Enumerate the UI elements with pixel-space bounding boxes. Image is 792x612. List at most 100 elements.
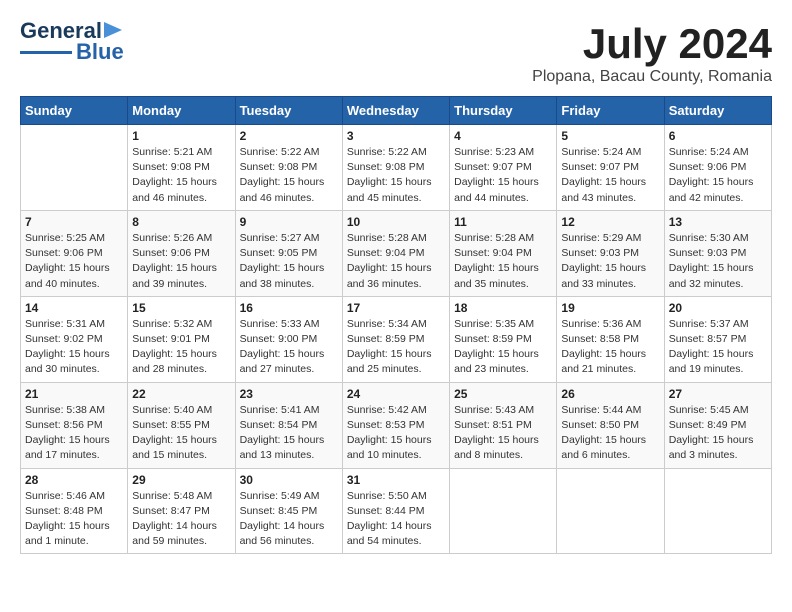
calendar-cell: 4Sunrise: 5:23 AM Sunset: 9:07 PM Daylig… — [450, 125, 557, 211]
day-number: 19 — [561, 301, 659, 315]
day-number: 4 — [454, 129, 552, 143]
day-number: 18 — [454, 301, 552, 315]
calendar-cell: 23 Sunrise: 5:41 AM Sunset: 8:54 PM Dayli… — [235, 382, 342, 468]
logo-arrow-icon — [104, 20, 126, 40]
logo-blue-text: Blue — [76, 40, 124, 64]
calendar-cell — [664, 468, 771, 554]
cell-content: Sunrise: 5:29 AM Sunset: 9:03 PM Dayligh… — [561, 231, 659, 292]
calendar-cell: 15Sunrise: 5:32 AM Sunset: 9:01 PM Dayli… — [128, 296, 235, 382]
calendar-cell: 27 Sunrise: 5:45 AM Sunset: 8:49 PM Dayli… — [664, 382, 771, 468]
day-number: 6 — [669, 129, 767, 143]
day-number: 9 — [240, 215, 338, 229]
day-number: 12 — [561, 215, 659, 229]
cell-content: Sunrise: 5:22 AM Sunset: 9:08 PM Dayligh… — [347, 145, 445, 206]
weekday-header-sunday: Sunday — [21, 97, 128, 125]
calendar-cell: 11 Sunrise: 5:28 AM Sunset: 9:04 PM Dayli… — [450, 210, 557, 296]
title-area: July 2024 Plopana, Bacau County, Romania — [532, 20, 772, 86]
cell-content: Sunrise: 5:45 AM Sunset: 8:49 PM Dayligh… — [669, 403, 767, 464]
calendar-week-3: 14 Sunrise: 5:31 AM Sunset: 9:02 PM Dayli… — [21, 296, 772, 382]
calendar-cell: 21Sunrise: 5:38 AM Sunset: 8:56 PM Dayli… — [21, 382, 128, 468]
weekday-header-wednesday: Wednesday — [342, 97, 449, 125]
day-number: 7 — [25, 215, 123, 229]
cell-content: Sunrise: 5:35 AM Sunset: 8:59 PM Dayligh… — [454, 317, 552, 378]
cell-content: Sunrise: 5:32 AM Sunset: 9:01 PM Dayligh… — [132, 317, 230, 378]
cell-content: Sunrise: 5:30 AM Sunset: 9:03 PM Dayligh… — [669, 231, 767, 292]
day-number: 2 — [240, 129, 338, 143]
page-header: General Blue July 2024 Plopana, Bacau Co… — [20, 20, 772, 86]
day-number: 29 — [132, 473, 230, 487]
day-number: 13 — [669, 215, 767, 229]
calendar-cell: 29Sunrise: 5:48 AM Sunset: 8:47 PM Dayli… — [128, 468, 235, 554]
cell-content: Sunrise: 5:40 AM Sunset: 8:55 PM Dayligh… — [132, 403, 230, 464]
weekday-header-tuesday: Tuesday — [235, 97, 342, 125]
day-number: 22 — [132, 387, 230, 401]
calendar-week-5: 28 Sunrise: 5:46 AM Sunset: 8:48 PM Dayli… — [21, 468, 772, 554]
calendar-cell: 18 Sunrise: 5:35 AM Sunset: 8:59 PM Dayli… — [450, 296, 557, 382]
calendar-cell: 13 Sunrise: 5:30 AM Sunset: 9:03 PM Dayli… — [664, 210, 771, 296]
calendar-cell: 22 Sunrise: 5:40 AM Sunset: 8:55 PM Dayli… — [128, 382, 235, 468]
cell-content: Sunrise: 5:49 AM Sunset: 8:45 PM Dayligh… — [240, 489, 338, 550]
calendar-table: SundayMondayTuesdayWednesdayThursdayFrid… — [20, 96, 772, 554]
calendar-cell: 2 Sunrise: 5:22 AM Sunset: 9:08 PM Daylig… — [235, 125, 342, 211]
page-title: July 2024 — [532, 20, 772, 68]
cell-content: Sunrise: 5:42 AM Sunset: 8:53 PM Dayligh… — [347, 403, 445, 464]
calendar-cell: 12 Sunrise: 5:29 AM Sunset: 9:03 PM Dayli… — [557, 210, 664, 296]
calendar-cell: 16 Sunrise: 5:33 AM Sunset: 9:00 PM Dayli… — [235, 296, 342, 382]
weekday-header-friday: Friday — [557, 97, 664, 125]
cell-content: Sunrise: 5:44 AM Sunset: 8:50 PM Dayligh… — [561, 403, 659, 464]
day-number: 26 — [561, 387, 659, 401]
cell-content: Sunrise: 5:50 AM Sunset: 8:44 PM Dayligh… — [347, 489, 445, 550]
day-number: 14 — [25, 301, 123, 315]
cell-content: Sunrise: 5:31 AM Sunset: 9:02 PM Dayligh… — [25, 317, 123, 378]
day-number: 16 — [240, 301, 338, 315]
day-number: 30 — [240, 473, 338, 487]
calendar-cell — [557, 468, 664, 554]
day-number: 31 — [347, 473, 445, 487]
cell-content: Sunrise: 5:26 AM Sunset: 9:06 PM Dayligh… — [132, 231, 230, 292]
page-subtitle: Plopana, Bacau County, Romania — [532, 68, 772, 86]
calendar-cell: 7 Sunrise: 5:25 AM Sunset: 9:06 PM Daylig… — [21, 210, 128, 296]
calendar-week-4: 21Sunrise: 5:38 AM Sunset: 8:56 PM Dayli… — [21, 382, 772, 468]
calendar-cell: 19Sunrise: 5:36 AM Sunset: 8:58 PM Dayli… — [557, 296, 664, 382]
logo: General Blue — [20, 20, 126, 64]
cell-content: Sunrise: 5:21 AM Sunset: 9:08 PM Dayligh… — [132, 145, 230, 206]
day-number: 28 — [25, 473, 123, 487]
day-number: 5 — [561, 129, 659, 143]
day-number: 25 — [454, 387, 552, 401]
calendar-cell: 31 Sunrise: 5:50 AM Sunset: 8:44 PM Dayli… — [342, 468, 449, 554]
weekday-header-row: SundayMondayTuesdayWednesdayThursdayFrid… — [21, 97, 772, 125]
cell-content: Sunrise: 5:43 AM Sunset: 8:51 PM Dayligh… — [454, 403, 552, 464]
calendar-cell: 14 Sunrise: 5:31 AM Sunset: 9:02 PM Dayli… — [21, 296, 128, 382]
cell-content: Sunrise: 5:24 AM Sunset: 9:07 PM Dayligh… — [561, 145, 659, 206]
cell-content: Sunrise: 5:24 AM Sunset: 9:06 PM Dayligh… — [669, 145, 767, 206]
cell-content: Sunrise: 5:27 AM Sunset: 9:05 PM Dayligh… — [240, 231, 338, 292]
day-number: 3 — [347, 129, 445, 143]
calendar-cell: 5 Sunrise: 5:24 AM Sunset: 9:07 PM Daylig… — [557, 125, 664, 211]
day-number: 1 — [132, 129, 230, 143]
day-number: 21 — [25, 387, 123, 401]
cell-content: Sunrise: 5:41 AM Sunset: 8:54 PM Dayligh… — [240, 403, 338, 464]
calendar-cell: 9 Sunrise: 5:27 AM Sunset: 9:05 PM Daylig… — [235, 210, 342, 296]
day-number: 20 — [669, 301, 767, 315]
cell-content: Sunrise: 5:46 AM Sunset: 8:48 PM Dayligh… — [25, 489, 123, 550]
calendar-cell: 28 Sunrise: 5:46 AM Sunset: 8:48 PM Dayli… — [21, 468, 128, 554]
day-number: 11 — [454, 215, 552, 229]
cell-content: Sunrise: 5:28 AM Sunset: 9:04 PM Dayligh… — [347, 231, 445, 292]
day-number: 24 — [347, 387, 445, 401]
calendar-week-1: 1 Sunrise: 5:21 AM Sunset: 9:08 PM Daylig… — [21, 125, 772, 211]
weekday-header-thursday: Thursday — [450, 97, 557, 125]
calendar-cell: 30 Sunrise: 5:49 AM Sunset: 8:45 PM Dayli… — [235, 468, 342, 554]
day-number: 23 — [240, 387, 338, 401]
day-number: 27 — [669, 387, 767, 401]
calendar-cell — [450, 468, 557, 554]
cell-content: Sunrise: 5:25 AM Sunset: 9:06 PM Dayligh… — [25, 231, 123, 292]
weekday-header-saturday: Saturday — [664, 97, 771, 125]
calendar-cell: 10Sunrise: 5:28 AM Sunset: 9:04 PM Dayli… — [342, 210, 449, 296]
cell-content: Sunrise: 5:28 AM Sunset: 9:04 PM Dayligh… — [454, 231, 552, 292]
cell-content: Sunrise: 5:33 AM Sunset: 9:00 PM Dayligh… — [240, 317, 338, 378]
day-number: 8 — [132, 215, 230, 229]
weekday-header-monday: Monday — [128, 97, 235, 125]
calendar-cell: 1 Sunrise: 5:21 AM Sunset: 9:08 PM Daylig… — [128, 125, 235, 211]
calendar-cell: 26 Sunrise: 5:44 AM Sunset: 8:50 PM Dayli… — [557, 382, 664, 468]
cell-content: Sunrise: 5:22 AM Sunset: 9:08 PM Dayligh… — [240, 145, 338, 206]
